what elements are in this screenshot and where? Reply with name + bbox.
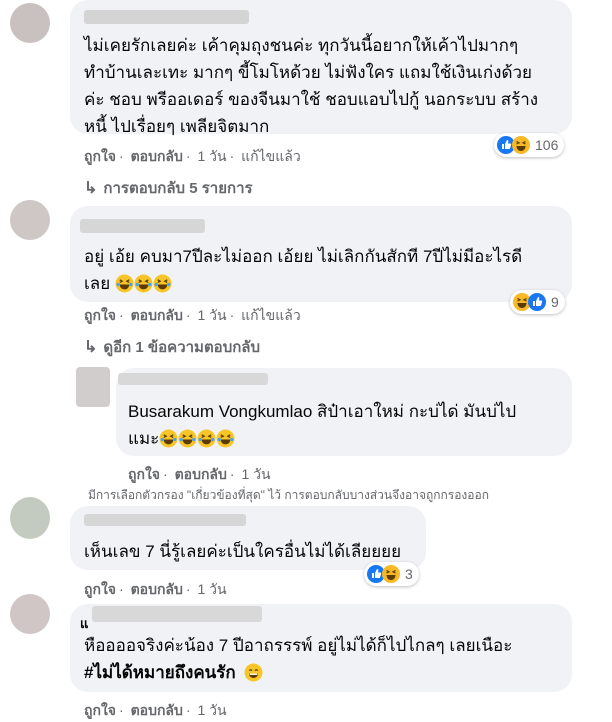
comment-line: ทำบ้านเละเทะ มากๆ ขี้โมโหด้วย ไม่ฟังใคร … xyxy=(84,63,533,82)
avatar[interactable] xyxy=(10,497,50,539)
laughing-crying-emoji xyxy=(115,274,134,293)
reply-button[interactable]: ตอบกลับ xyxy=(175,466,227,482)
comment-line-with-emoji: เลย xyxy=(84,270,564,297)
reaction-count: 3 xyxy=(405,566,413,582)
commenter-name[interactable]: Busarakum Vongkumlao xyxy=(128,402,312,421)
edited-label: แก้ไขแล้ว xyxy=(241,148,301,164)
timestamp[interactable]: 1 วัน xyxy=(197,148,226,164)
reaction-summary[interactable]: 9 xyxy=(510,290,565,314)
reply-arrow-icon: ↳ xyxy=(84,339,98,356)
comment-text: ไม่เคยรักเลยค่ะ เค้าคุมถุงชนค่ะ ทุกวันนี… xyxy=(84,32,564,140)
redacted-name xyxy=(92,606,262,622)
redacted-name xyxy=(84,514,246,526)
timestamp[interactable]: 1 วัน xyxy=(197,581,226,597)
reply-button[interactable]: ตอบกลับ xyxy=(131,148,183,164)
avatar[interactable] xyxy=(10,200,50,240)
laughing-crying-emoji xyxy=(197,429,216,448)
laughing-crying-emoji xyxy=(216,429,235,448)
laughing-crying-emoji xyxy=(159,429,178,448)
like-button[interactable]: ถูกใจ xyxy=(84,702,116,718)
laughing-crying-emoji xyxy=(134,274,153,293)
haha-icon xyxy=(382,565,400,583)
comment-line: เลย xyxy=(84,274,111,293)
edited-label: แก้ไขแล้ว xyxy=(241,307,301,323)
like-button[interactable]: ถูกใจ xyxy=(84,307,116,323)
avatar[interactable] xyxy=(10,3,50,43)
redacted-name xyxy=(84,10,249,24)
reply-button[interactable]: ตอบกลับ xyxy=(131,702,183,718)
comment-line: หนี้ ไปเรื่อยๆ เพลียจิตมาก xyxy=(84,117,270,136)
view-more-replies-link[interactable]: ↳ ดูอีก 1 ข้อความตอบกลับ xyxy=(84,335,260,359)
reply-button[interactable]: ตอบกลับ xyxy=(131,581,183,597)
redacted-name xyxy=(80,219,205,233)
comment-line: แมะ xyxy=(128,429,160,448)
laughing-crying-emoji xyxy=(178,429,197,448)
redacted-name xyxy=(118,373,268,385)
comment-text: หืออออจริงค่ะน้อง 7 ปีอาถรรรพ์ อยู่ไม่ได… xyxy=(84,632,564,686)
view-replies-label: การตอบกลับ 5 รายการ xyxy=(103,180,253,197)
reaction-count: 9 xyxy=(551,294,559,310)
timestamp[interactable]: 1 วัน xyxy=(197,307,226,323)
comment-text: อยู่ เอ้ย คบมา7ปีละไม่ออก เอ้ยย ไม่เลิกก… xyxy=(84,243,564,297)
comment-line: หืออออจริงค่ะน้อง 7 ปีอาถรรรพ์ อยู่ไม่ได… xyxy=(84,636,513,655)
comment-actions: ถูกใจ · ตอบกลับ · 1 วัน · แก้ไขแล้ว xyxy=(84,148,301,164)
comment-line: ค่ะ ชอบ พรีออเดอร์ ของจีนมาใช้ ชอบแอบไปก… xyxy=(84,90,539,109)
avatar[interactable] xyxy=(10,594,50,634)
reaction-summary[interactable]: 3 xyxy=(364,562,419,586)
comment-actions: ถูกใจ · ตอบกลับ · 1 วัน xyxy=(84,581,227,597)
comment-line: ไม่เคยรักเลยค่ะ เค้าคุมถุงชนค่ะ ทุกวันนี… xyxy=(84,36,519,55)
haha-icon xyxy=(512,136,530,154)
like-icon xyxy=(528,293,546,311)
timestamp[interactable]: 1 วัน xyxy=(241,466,270,482)
avatar[interactable] xyxy=(76,367,110,407)
like-button[interactable]: ถูกใจ xyxy=(84,581,116,597)
commenter-name[interactable]: แ xyxy=(80,613,88,634)
comment-actions: ถูกใจ · ตอบกลับ · 1 วัน · แก้ไขแล้ว xyxy=(84,307,301,323)
filter-note: มีการเลือกตัวกรอง "เกี่ยวข้องที่สุด" ไว้… xyxy=(88,488,489,502)
view-replies-link[interactable]: ↳ การตอบกลับ 5 รายการ xyxy=(84,176,253,200)
view-more-replies-label: ดูอีก 1 ข้อความตอบกลับ xyxy=(103,339,261,356)
comment-line: สิป๋าเอาใหม่ กะบ่ได่ มันบ่ไป xyxy=(317,402,517,421)
comment-line: เห็นเลข 7 นี่รู้เลยค่ะเป็นใครอื่นไม่ได้เ… xyxy=(84,542,402,561)
like-button[interactable]: ถูกใจ xyxy=(128,466,160,482)
reply-text: Busarakum Vongkumlao สิป๋าเอาใหม่ กะบ่ได… xyxy=(128,398,568,452)
like-button[interactable]: ถูกใจ xyxy=(84,148,116,164)
grinning-emoji xyxy=(244,663,263,682)
laughing-crying-emoji xyxy=(153,274,172,293)
comment-actions: ถูกใจ · ตอบกลับ · 1 วัน xyxy=(128,466,271,482)
reply-arrow-icon: ↳ xyxy=(84,180,98,197)
reaction-summary[interactable]: 106 xyxy=(494,133,565,157)
comment-line: อยู่ เอ้ย คบมา7ปีละไม่ออก เอ้ยย ไม่เลิกก… xyxy=(84,247,523,266)
comment-actions: ถูกใจ · ตอบกลับ · 1 วัน xyxy=(84,702,227,718)
hashtag-link[interactable]: #ไม่ได้หมายถึงคนรัก xyxy=(84,663,236,682)
comment-text: เห็นเลข 7 นี่รู้เลยค่ะเป็นใครอื่นไม่ได้เ… xyxy=(84,538,424,565)
reaction-count: 106 xyxy=(535,137,559,153)
reply-button[interactable]: ตอบกลับ xyxy=(131,307,183,323)
timestamp[interactable]: 1 วัน xyxy=(197,702,226,718)
